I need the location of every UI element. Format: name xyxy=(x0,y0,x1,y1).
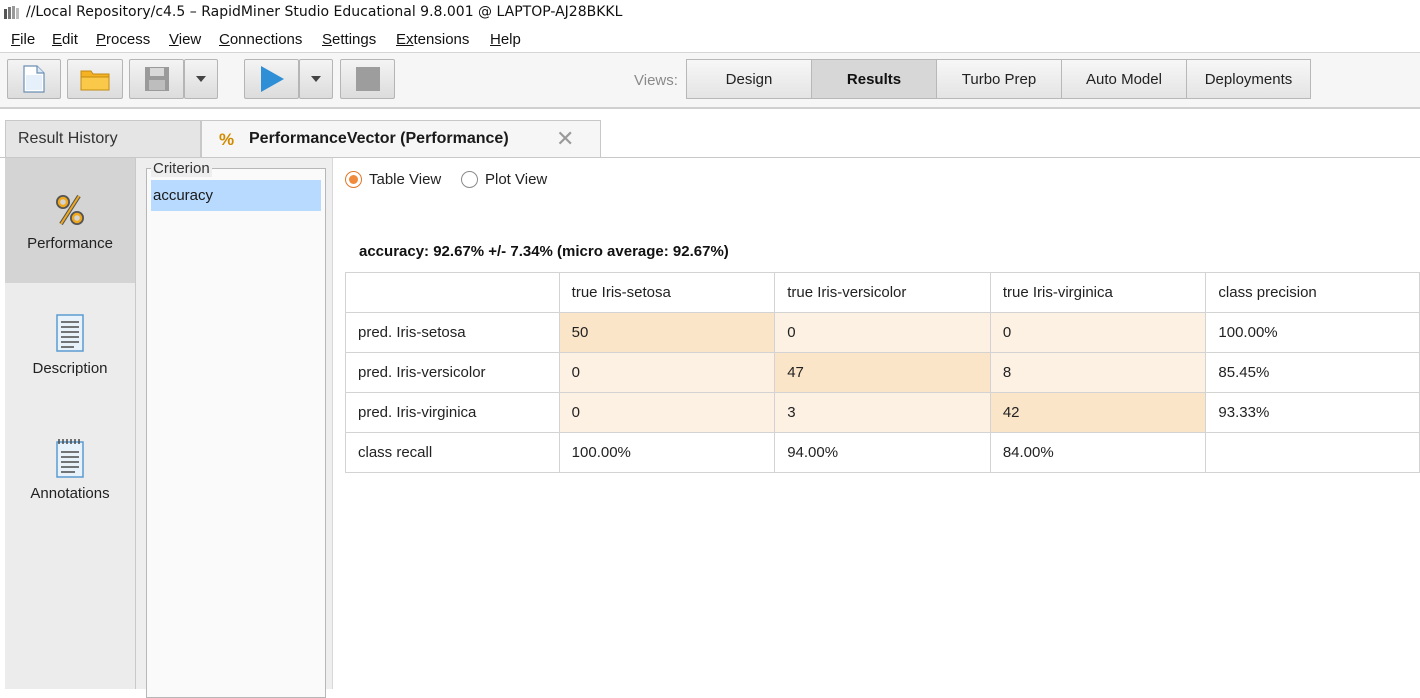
view-turbo-prep-button[interactable]: Turbo Prep xyxy=(936,59,1062,99)
criterion-panel: Criterion accuracy xyxy=(136,158,333,698)
result-tab-strip: Result History % PerformanceVector (Perf… xyxy=(0,109,1420,158)
matrix-cell: 42 xyxy=(989,392,1207,433)
confusion-matrix-table: true Iris-setosa true Iris-versicolor tr… xyxy=(345,272,1420,473)
table-header-row: true Iris-setosa true Iris-versicolor tr… xyxy=(345,272,1420,313)
menu-file[interactable]: File xyxy=(11,31,35,48)
table-header-cell: true Iris-setosa xyxy=(558,272,776,313)
table-header-cell xyxy=(345,272,560,313)
menu-view[interactable]: View xyxy=(169,31,201,48)
row-label: pred. Iris-versicolor xyxy=(345,352,560,393)
table-header-cell: class precision xyxy=(1205,272,1420,313)
matrix-cell: 50 xyxy=(558,312,776,353)
radio-unchecked-icon xyxy=(461,171,478,188)
matrix-cell: 0 xyxy=(558,352,776,393)
table-view-radio[interactable]: Table View xyxy=(345,170,460,190)
dropdown-arrow-icon xyxy=(311,76,321,82)
open-folder-icon xyxy=(80,70,110,91)
row-label: class recall xyxy=(345,432,560,473)
views-label: Views: xyxy=(634,72,678,89)
tab-result-history-label: Result History xyxy=(18,130,118,147)
menu-connections[interactable]: Connections xyxy=(219,31,302,48)
save-process-button[interactable] xyxy=(129,59,184,99)
tab-result-history[interactable]: Result History xyxy=(5,120,201,157)
toolbar: Views: Design Results Turbo Prep Auto Mo… xyxy=(0,53,1420,109)
menu-edit[interactable]: Edit xyxy=(52,31,78,48)
result-view-sidebar: Performance Description Annotations xyxy=(5,158,136,689)
class-recall-cell: 100.00% xyxy=(558,432,776,473)
menu-process[interactable]: Process xyxy=(96,31,150,48)
percent-icon xyxy=(56,194,84,226)
window-title: //Local Repository/c4.5 – RapidMiner Stu… xyxy=(26,4,623,20)
criterion-list xyxy=(146,168,326,698)
sidebar-item-performance[interactable]: Performance xyxy=(5,158,135,283)
tab-performance-vector[interactable]: % PerformanceVector (Performance) ✕ xyxy=(201,120,601,158)
class-recall-cell: 84.00% xyxy=(989,432,1207,473)
matrix-cell: 47 xyxy=(774,352,991,393)
percent-icon: % xyxy=(219,130,235,149)
radio-checked-icon xyxy=(345,171,362,188)
table-row: pred. Iris-versicolor 0 47 8 85.45% xyxy=(345,352,1420,393)
view-design-button[interactable]: Design xyxy=(686,59,812,99)
tab-performance-vector-label: PerformanceVector (Performance) xyxy=(249,130,509,147)
table-header-cell: true Iris-virginica xyxy=(989,272,1207,313)
save-icon xyxy=(144,67,169,91)
new-process-icon xyxy=(23,65,45,93)
table-row: pred. Iris-setosa 50 0 0 100.00% xyxy=(345,312,1420,353)
criterion-item-label: accuracy xyxy=(153,187,214,204)
view-auto-model-button[interactable]: Auto Model xyxy=(1061,59,1187,99)
sidebar-item-description-label: Description xyxy=(32,360,108,377)
accuracy-summary: accuracy: 92.67% +/- 7.34% (micro averag… xyxy=(359,243,729,260)
menu-help[interactable]: Help xyxy=(490,31,521,48)
matrix-cell: 3 xyxy=(774,392,991,433)
stop-icon xyxy=(355,67,380,91)
sidebar-item-annotations[interactable]: Annotations xyxy=(5,408,135,533)
performance-main-area: Table View Plot View accuracy: 92.67% +/… xyxy=(333,158,1420,689)
table-row: pred. Iris-virginica 0 3 42 93.33% xyxy=(345,392,1420,433)
matrix-cell: 0 xyxy=(989,312,1207,353)
row-label: pred. Iris-setosa xyxy=(345,312,560,353)
class-precision-cell: 93.33% xyxy=(1205,392,1420,433)
sidebar-item-performance-label: Performance xyxy=(27,235,113,252)
save-options-dropdown[interactable] xyxy=(184,59,218,99)
matrix-cell: 0 xyxy=(774,312,991,353)
view-results-button[interactable]: Results xyxy=(811,59,937,99)
close-icon[interactable]: ✕ xyxy=(556,126,574,152)
row-label: pred. Iris-virginica xyxy=(345,392,560,433)
description-icon xyxy=(56,314,84,352)
menu-extensions[interactable]: Extensions xyxy=(396,31,469,48)
stop-process-button[interactable] xyxy=(340,59,395,99)
run-process-button[interactable] xyxy=(244,59,299,99)
run-options-dropdown[interactable] xyxy=(299,59,333,99)
rapidminer-logo-icon xyxy=(4,6,19,19)
open-process-button[interactable] xyxy=(67,59,123,99)
class-precision-cell xyxy=(1205,432,1420,473)
annotations-icon xyxy=(56,439,84,478)
table-view-label: Table View xyxy=(369,171,442,188)
menu-settings[interactable]: Settings xyxy=(322,31,376,48)
table-row-class-recall: class recall 100.00% 94.00% 84.00% xyxy=(345,432,1420,473)
sidebar-item-description[interactable]: Description xyxy=(5,283,135,408)
plot-view-radio[interactable]: Plot View xyxy=(461,170,556,190)
matrix-cell: 8 xyxy=(989,352,1207,393)
menu-bar: File Edit Process View Connections Setti… xyxy=(0,28,1420,53)
run-icon xyxy=(260,66,284,92)
plot-view-label: Plot View xyxy=(485,171,548,188)
matrix-cell: 0 xyxy=(558,392,776,433)
dropdown-arrow-icon xyxy=(196,76,206,82)
table-header-cell: true Iris-versicolor xyxy=(774,272,991,313)
criterion-legend: Criterion xyxy=(151,160,212,177)
class-precision-cell: 100.00% xyxy=(1205,312,1420,353)
new-process-button[interactable] xyxy=(7,59,61,99)
criterion-item-accuracy[interactable]: accuracy xyxy=(151,180,321,211)
view-deployments-button[interactable]: Deployments xyxy=(1186,59,1311,99)
class-precision-cell: 85.45% xyxy=(1205,352,1420,393)
title-bar: //Local Repository/c4.5 – RapidMiner Stu… xyxy=(0,0,1420,27)
sidebar-item-annotations-label: Annotations xyxy=(30,485,110,502)
class-recall-cell: 94.00% xyxy=(774,432,991,473)
